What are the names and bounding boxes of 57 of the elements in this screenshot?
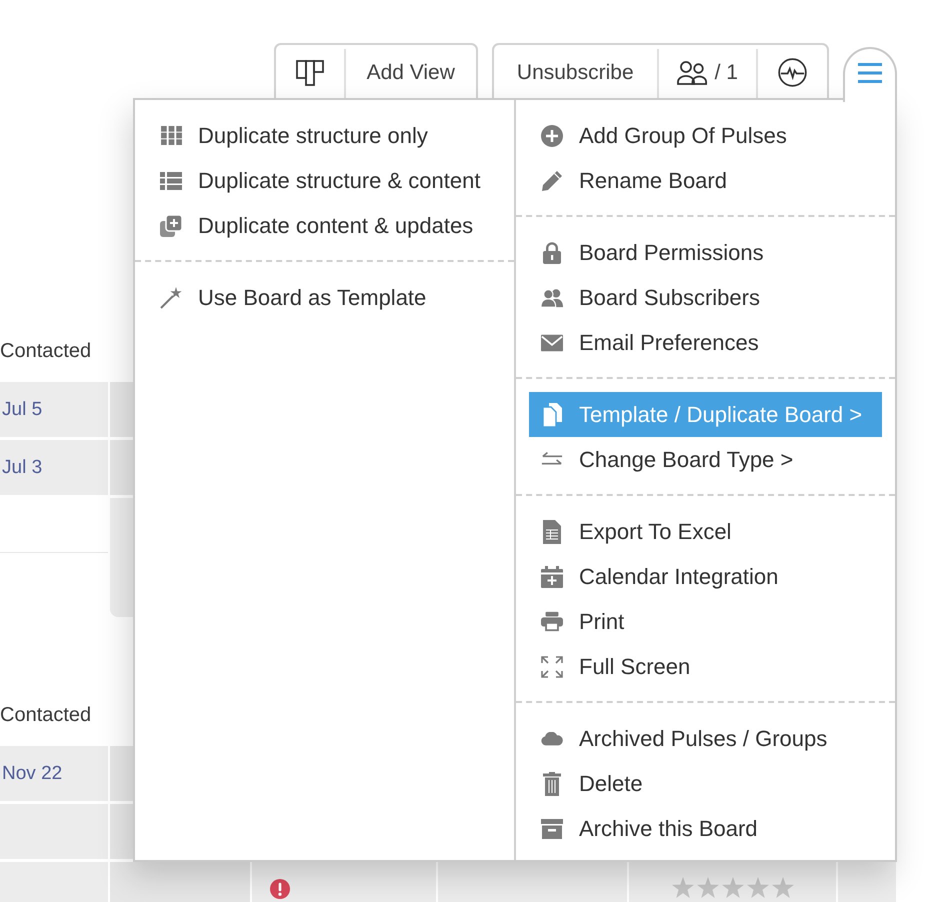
table-cell [110, 804, 133, 859]
add-view-button[interactable]: Add View [346, 45, 476, 100]
menu-item[interactable]: Archive this Board [529, 806, 882, 851]
expand-icon [541, 656, 563, 678]
pencil-icon [541, 170, 563, 192]
menu-button[interactable] [843, 47, 897, 102]
menu-item[interactable]: Archived Pulses / Groups [529, 716, 882, 761]
menu-item[interactable]: Calendar Integration [529, 554, 882, 599]
activity-icon [778, 58, 807, 87]
envelope-icon [541, 334, 563, 352]
column-header: Contacted [0, 340, 92, 362]
table-cell: Nov 22 [0, 746, 108, 801]
archive-box-icon [541, 818, 563, 838]
people-icon [676, 60, 707, 84]
menu-item[interactable]: Board Permissions [529, 230, 882, 275]
unsubscribe-button[interactable]: Unsubscribe [494, 45, 657, 100]
plus-circle-icon [541, 124, 563, 146]
menu-item[interactable]: Duplicate structure only [148, 113, 501, 158]
printer-icon [541, 611, 563, 632]
spreadsheet-icon [543, 520, 561, 544]
grid-icon [160, 126, 182, 145]
menu-item[interactable]: Change Board Type > [529, 437, 882, 482]
star-icon[interactable] [746, 877, 768, 898]
menu-item[interactable]: Print [529, 599, 882, 644]
copy-plus-icon [160, 214, 182, 236]
calendar-plus-icon [541, 566, 563, 588]
list-icon [160, 172, 182, 190]
subscribers-button[interactable]: / 1 [658, 45, 756, 100]
star-icon[interactable] [672, 877, 694, 898]
menu-item[interactable]: Rename Board [529, 158, 882, 203]
columns-icon [296, 60, 324, 86]
menu-item[interactable]: Delete [529, 761, 882, 806]
cloud-icon [541, 732, 563, 746]
menu-item[interactable]: Export To Excel [529, 509, 882, 554]
table-cell: Jul 3 [0, 440, 108, 495]
menu-icon [858, 62, 882, 82]
menu-item[interactable]: Email Preferences [529, 320, 882, 365]
trash-icon [543, 772, 561, 796]
star-icon[interactable] [722, 877, 744, 898]
menu-item[interactable]: Duplicate structure & content [148, 158, 501, 203]
table-cell [838, 862, 896, 902]
people-icon [541, 288, 563, 308]
menu-item[interactable]: Add Group Of Pulses [529, 113, 882, 158]
documents-icon [542, 402, 562, 426]
menu-item[interactable]: Use Board as Template [148, 275, 501, 320]
star-icon[interactable] [696, 877, 718, 898]
magic-wand-icon [160, 286, 182, 308]
menu-item[interactable]: Full Screen [529, 644, 882, 689]
table-cell [110, 746, 133, 801]
menu-item[interactable]: Duplicate content & updates [148, 203, 501, 248]
column-header: Contacted [0, 704, 92, 726]
menu-item[interactable]: Board Subscribers [529, 275, 882, 320]
lock-icon [543, 242, 561, 264]
table-cell [110, 382, 133, 437]
star-icon[interactable] [772, 877, 794, 898]
table-cell [110, 440, 133, 495]
table-cell: Jul 5 [0, 382, 108, 437]
